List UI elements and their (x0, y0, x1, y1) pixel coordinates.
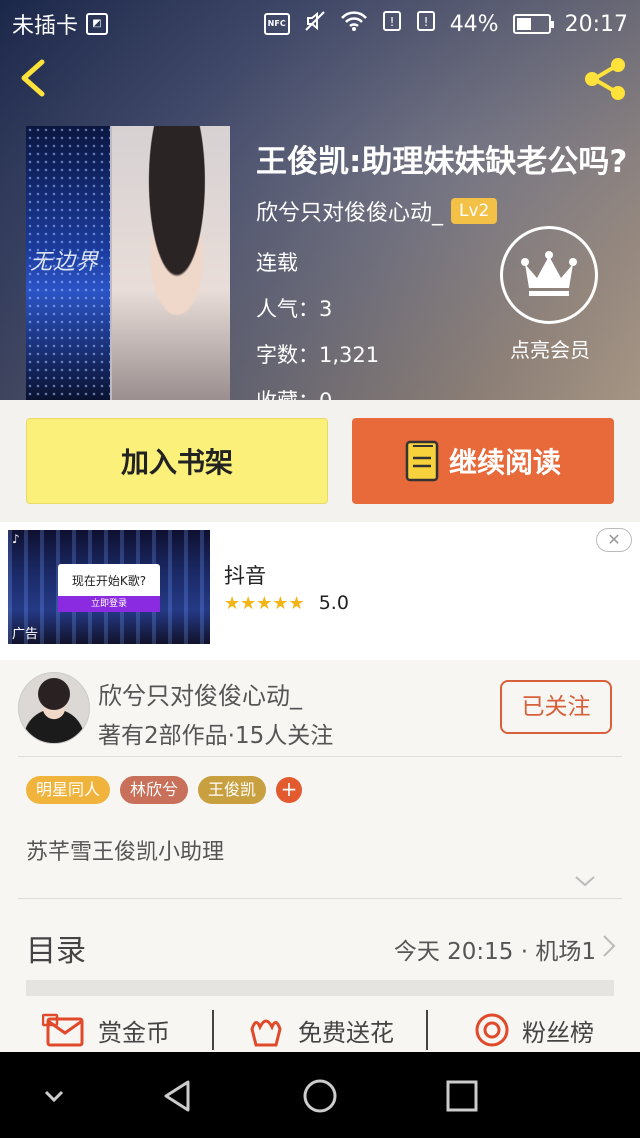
nfc-icon: NFC (263, 13, 290, 35)
popularity-value: 3 (319, 297, 333, 321)
book-author[interactable]: 欣兮只对俊俊心动_ (256, 195, 443, 227)
avatar[interactable] (18, 672, 90, 744)
cover-text: 无边界 (30, 250, 100, 275)
send-flower-button[interactable]: 免费送花 (214, 1013, 426, 1048)
target-icon (475, 1013, 509, 1047)
reward-coins-label: 赏金币 (98, 1018, 170, 1047)
book-cover[interactable]: 无边界 (26, 126, 230, 400)
share-icon (585, 58, 625, 100)
flower-icon (250, 1019, 282, 1047)
share-button[interactable] (580, 54, 630, 104)
divider (18, 756, 622, 757)
level-badge: Lv2 (451, 198, 498, 224)
chevron-right-icon (602, 934, 616, 964)
add-tag-button[interactable]: + (276, 777, 303, 803)
ad-rating-value: 5.0 (318, 592, 349, 614)
system-nav-bar (0, 1052, 640, 1138)
sim-icon: ◩ (86, 13, 109, 35)
svg-text:!: ! (423, 15, 428, 29)
clock: 20:17 (564, 11, 628, 37)
ad-card-button: 立即登录 (58, 596, 160, 612)
nav-back-button[interactable] (156, 1074, 200, 1118)
tiktok-icon: ♪ (12, 532, 20, 546)
toc-title: 目录 (26, 934, 86, 969)
book-header: 未插卡 ◩ NFC ! ! 44% 20:17 无边界 王俊凯:助理妹妹缺老公吗… (0, 0, 640, 400)
status-bar: 未插卡 ◩ NFC ! ! 44% 20:17 (0, 0, 640, 48)
cover-portrait-image (112, 126, 230, 400)
continue-reading-label: 继续阅读 (448, 446, 561, 479)
divider (18, 898, 622, 899)
back-button[interactable] (14, 56, 58, 100)
star-icons: ★★★★★ (224, 592, 305, 614)
action-area: 加入书架 继续阅读 (0, 400, 640, 522)
tag-item[interactable]: 林欣兮 (120, 776, 189, 804)
svg-text:!: ! (389, 15, 394, 29)
tag-list: 明星同人 林欣兮 王俊凯 + (26, 776, 303, 804)
book-title: 王俊凯:助理妹妹缺老公吗? (256, 144, 628, 180)
vip-button[interactable]: 点亮会员 (500, 226, 600, 363)
author-name[interactable]: 欣兮只对俊俊心动_ (98, 676, 302, 711)
toc-strip (26, 980, 614, 996)
chevron-down-icon[interactable] (574, 870, 596, 892)
ad-rating: ★★★★★ 5.0 (224, 592, 349, 614)
follow-button[interactable]: 已关注 (500, 680, 612, 734)
ad-tag: 广告 (12, 627, 39, 642)
reward-coins-button[interactable]: 赏金币 (0, 1013, 212, 1048)
popularity-label: 人气 (256, 297, 298, 321)
chevron-down-icon (44, 1090, 64, 1103)
fan-rank-label: 粉丝榜 (522, 1018, 594, 1047)
bottom-actions: 赏金币 免费送花 粉丝榜 (0, 1008, 640, 1052)
ad-banner[interactable]: ♪ 现在开始K歌? 立即登录 广告 抖音 ★★★★★ 5.0 ✕ (0, 522, 640, 660)
tag-item[interactable]: 王俊凯 (198, 776, 267, 804)
carrier-text: 未插卡 (12, 14, 79, 39)
latest-chapter: 今天 20:15 · 机场1 (393, 939, 596, 965)
author-stats: 著有2部作品·15人关注 (98, 723, 334, 749)
nav-collapse-button[interactable] (32, 1074, 76, 1118)
word-count-label: 字数 (256, 343, 298, 367)
circle-home-icon (303, 1079, 337, 1113)
continue-reading-button[interactable]: 继续阅读 (352, 418, 614, 504)
author-card: 欣兮只对俊俊心动_ 著有2部作品·15人关注 已关注 明星同人 林欣兮 王俊凯 … (0, 660, 640, 1052)
vip-label: 点亮会员 (510, 338, 590, 362)
table-of-contents-row[interactable]: 目录 今天 20:15 · 机场1 (26, 926, 616, 982)
ad-card: 现在开始K歌? 立即登录 (58, 564, 160, 612)
book-description: 苏芊雪王俊凯小助理 (26, 840, 225, 865)
mute-icon (304, 10, 326, 38)
favorites-label: 收藏 (256, 389, 298, 400)
nav-recents-button[interactable] (440, 1074, 484, 1118)
add-to-shelf-button[interactable]: 加入书架 (26, 418, 328, 504)
send-flower-label: 免费送花 (298, 1018, 394, 1047)
envelope-icon (42, 1013, 84, 1047)
sim-alert-icon: ! (382, 10, 402, 38)
ad-close-button[interactable]: ✕ (596, 528, 632, 552)
book-icon (405, 440, 439, 482)
tag-item[interactable]: 明星同人 (26, 776, 111, 804)
favorites-value: 0 (319, 389, 332, 400)
favorites-row: 收藏：0 (256, 385, 627, 400)
triangle-back-icon (164, 1080, 190, 1112)
battery-percent: 44% (449, 11, 499, 37)
word-count-value: 1,321 (319, 343, 380, 367)
square-recents-icon (446, 1080, 478, 1112)
ad-title[interactable]: 抖音 (224, 560, 266, 590)
fan-rank-button[interactable]: 粉丝榜 (428, 1012, 640, 1048)
ad-card-text: 现在开始K歌? (71, 574, 147, 588)
ad-image[interactable]: ♪ 现在开始K歌? 立即登录 广告 (8, 530, 210, 644)
nav-home-button[interactable] (298, 1074, 342, 1118)
sim-alert-icon-2: ! (416, 10, 436, 38)
wifi-icon (340, 10, 368, 38)
crown-icon (500, 226, 598, 324)
battery-icon (512, 14, 554, 34)
